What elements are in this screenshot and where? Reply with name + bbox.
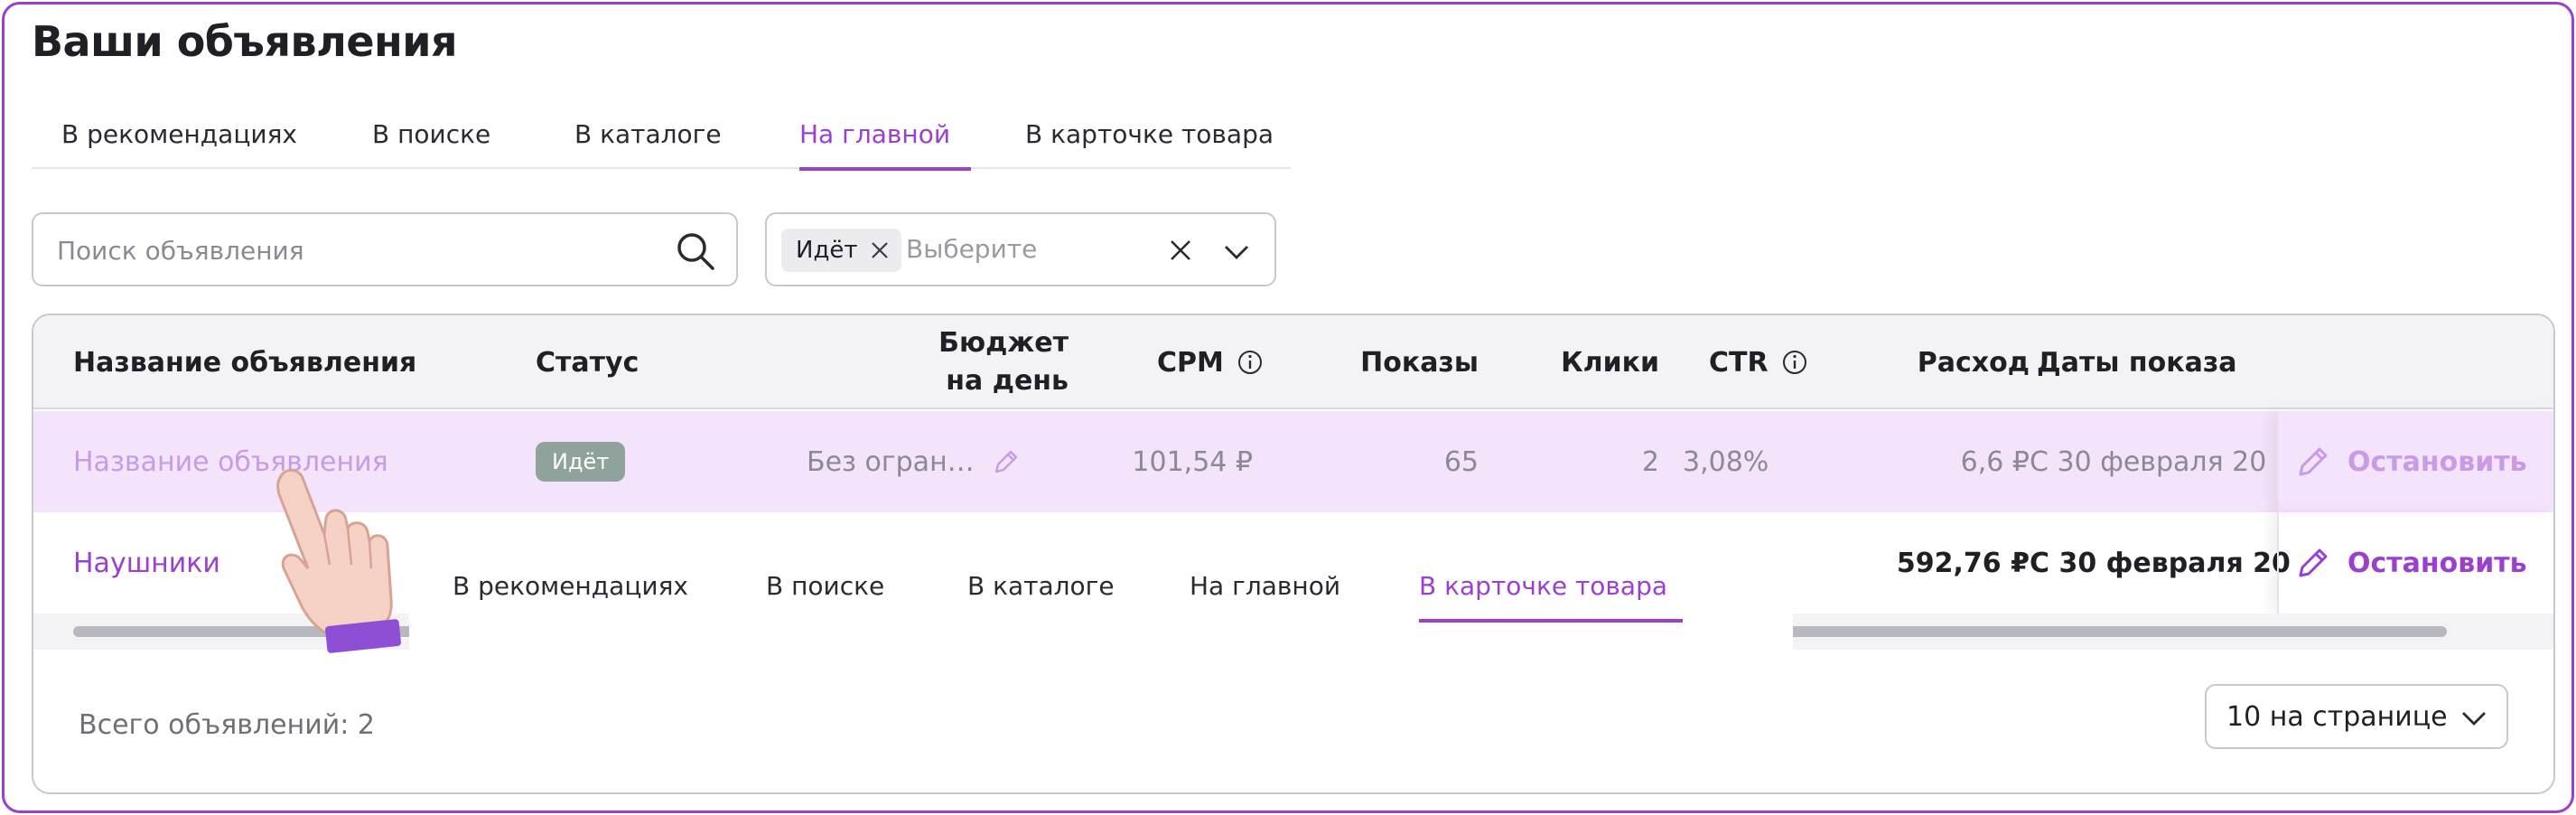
pencil-icon [2299, 447, 2328, 476]
budget-value: Без огран… [807, 445, 975, 478]
column-dates: Даты показа [2037, 346, 2237, 379]
stop-button[interactable]: Остановить [2295, 545, 2527, 581]
chevron-down-icon [2462, 712, 2486, 726]
tab-catalog[interactable]: В каталоге [574, 109, 722, 169]
table-row[interactable]: Название объявления Идёт Без огран… 101,… [33, 411, 2553, 512]
column-ctr-label: CTR [1709, 346, 1769, 379]
overlay-tab-search[interactable]: В поиске [766, 554, 884, 619]
column-budget-line2: на день [946, 365, 1069, 397]
dates-cell: С 30 февраля 20 [2030, 445, 2267, 478]
tab-recommendations[interactable]: В рекомендациях [61, 109, 297, 169]
pencil-icon [2299, 548, 2328, 577]
overlay-tab-main-page[interactable]: На главной [1190, 554, 1340, 619]
chevron-down-icon[interactable] [1222, 238, 1251, 267]
spend-cell: 592,76 ₽ [1896, 547, 2030, 579]
column-name: Название объявления [73, 346, 417, 379]
table-header: Название объявления Статус Бюджет на ден… [33, 315, 2553, 409]
overlay-tab-product-card[interactable]: В карточке товара [1419, 554, 1683, 623]
stop-button-label: Остановить [2347, 445, 2527, 478]
column-budget: Бюджет на день [864, 315, 1069, 409]
ads-panel: Ваши объявления В рекомендациях В поиске… [2, 2, 2574, 813]
column-cpm: CPM [1157, 315, 1264, 409]
tab-main-page[interactable]: На главной [799, 109, 971, 171]
column-shows: Показы [1360, 346, 1479, 379]
status-filter[interactable]: Идёт Выберите [765, 212, 1276, 286]
pointing-hand-icon [276, 469, 401, 653]
budget-cell: Без огран… [807, 411, 1022, 512]
page-size-select[interactable]: 10 на странице [2205, 684, 2508, 749]
page-title: Ваши объявления [32, 17, 458, 66]
close-icon[interactable] [869, 239, 891, 261]
info-icon[interactable] [1237, 349, 1264, 376]
stop-button[interactable]: Остановить [2295, 444, 2527, 480]
action-cell: Остановить [2277, 411, 2553, 512]
filter-placeholder: Выберите [906, 234, 1038, 264]
column-spend: Расход [1917, 346, 2030, 379]
column-budget-line1: Бюджет [938, 327, 1069, 359]
overlay-placement-tabs: В рекомендациях В поиске В каталоге На г… [409, 541, 1793, 653]
ctr-cell: 3,08% [1683, 445, 1769, 478]
dates-cell: С 30 февраля 20 [2030, 547, 2291, 579]
overlay-tab-recommendations[interactable]: В рекомендациях [453, 554, 688, 619]
placement-tabs: В рекомендациях В поиске В каталоге На г… [32, 109, 1291, 171]
clear-icon[interactable] [1166, 236, 1195, 265]
column-clicks: Клики [1561, 346, 1659, 379]
status-chip-label: Идёт [796, 237, 858, 264]
pencil-icon[interactable] [991, 446, 1022, 477]
ad-name-link[interactable]: Наушники [73, 548, 220, 579]
stop-button-label: Остановить [2347, 547, 2527, 579]
search-field[interactable] [32, 212, 738, 286]
status-badge: Идёт [536, 442, 626, 482]
spend-cell: 6,6 ₽ [1960, 445, 2030, 478]
page-size-label: 10 на странице [2226, 700, 2448, 733]
tab-search[interactable]: В поиске [372, 109, 490, 169]
search-icon[interactable] [675, 230, 716, 272]
column-ctr: CTR [1709, 315, 1808, 409]
cpm-cell: 101,54 ₽ [1132, 445, 1253, 478]
info-icon[interactable] [1781, 349, 1808, 376]
action-cell: Остановить [2277, 512, 2553, 614]
column-status: Статус [536, 346, 639, 379]
search-input[interactable] [57, 230, 653, 270]
status-chip: Идёт [781, 229, 901, 272]
column-cpm-label: CPM [1157, 346, 1224, 379]
total-count: Всего объявлений: 2 [79, 709, 375, 741]
overlay-tab-catalog[interactable]: В каталоге [967, 554, 1115, 619]
shows-cell: 65 [1443, 445, 1479, 478]
tab-product-card[interactable]: В карточке товара [1025, 109, 1274, 169]
clicks-cell: 2 [1641, 445, 1659, 478]
